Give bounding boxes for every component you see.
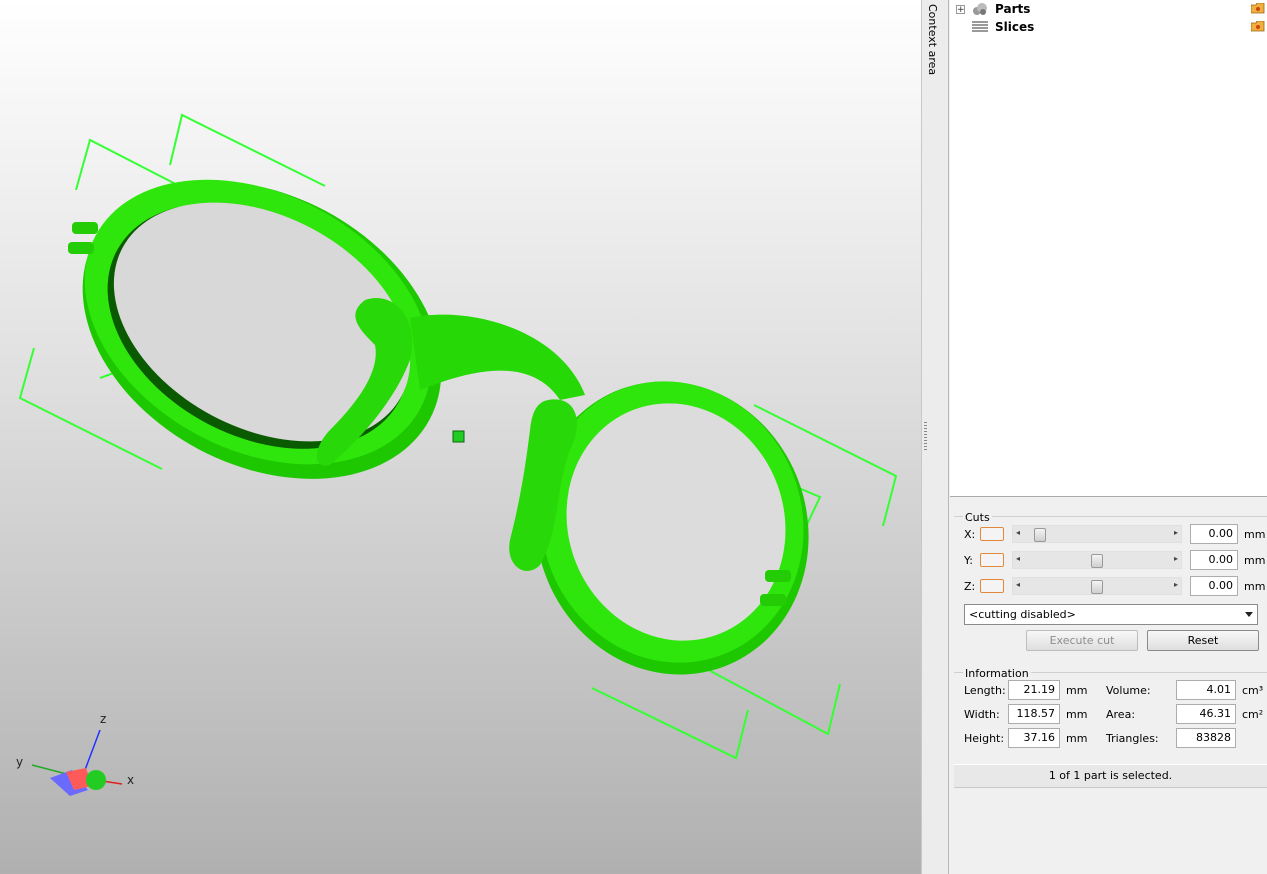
parts-icon <box>973 3 987 15</box>
reset-button[interactable]: Reset <box>1147 630 1259 651</box>
selection-status: 1 of 1 part is selected. <box>954 764 1267 788</box>
left-hinge <box>68 222 98 254</box>
slider-thumb[interactable] <box>1034 528 1047 542</box>
cut-x-toggle[interactable] <box>980 527 1004 541</box>
slices-icon <box>972 21 988 32</box>
tree-item-label: Slices <box>995 20 1035 34</box>
information-title: Information <box>963 667 1031 680</box>
axis-block-green <box>86 770 106 790</box>
slider-thumb[interactable] <box>1091 554 1103 568</box>
info-row-width-area: Width: 118.57 mm Area: 46.31 cm² <box>964 704 1263 724</box>
cut-mode-value: <cutting disabled> <box>969 608 1076 621</box>
cut-y-toggle[interactable] <box>980 553 1004 567</box>
cut-z-row: Z: ◂ ▸ 0.00 mm <box>964 575 1265 597</box>
folder-icon[interactable] <box>1251 21 1265 32</box>
length-label: Length: <box>964 683 1006 697</box>
chevron-down-icon <box>1245 612 1253 617</box>
cut-mode-select[interactable]: <cutting disabled> <box>964 604 1258 625</box>
slider-left-arrow-icon[interactable]: ◂ <box>1016 580 1020 589</box>
height-unit: mm <box>1066 731 1088 745</box>
axis-label: X: <box>964 527 976 541</box>
properties-panel: Cuts X: ◂ ▸ 0.00 mm Y: ◂ ▸ 0.00 mm Z: ◂ … <box>950 500 1267 874</box>
center-handle[interactable] <box>452 430 465 443</box>
slider-thumb[interactable] <box>1091 580 1103 594</box>
tree-item-parts[interactable]: + Parts <box>956 0 1030 18</box>
cut-z-slider[interactable]: ◂ ▸ <box>1012 577 1182 595</box>
3d-viewport[interactable]: z y x <box>0 0 921 874</box>
triangles-value: 83828 <box>1176 728 1236 748</box>
volume-label: Volume: <box>1106 683 1151 697</box>
area-unit: cm² <box>1242 707 1264 721</box>
y-axis-label: y <box>16 755 23 769</box>
splitter-handle[interactable] <box>924 422 927 452</box>
bbox-corner <box>169 113 326 187</box>
area-label: Area: <box>1106 707 1136 721</box>
z-axis-label: z <box>100 712 106 726</box>
slider-left-arrow-icon[interactable]: ◂ <box>1016 554 1020 563</box>
axis-label: Y: <box>964 553 973 567</box>
volume-unit: cm³ <box>1242 683 1264 697</box>
scene-tree[interactable]: + Parts Slices <box>950 0 1267 497</box>
width-label: Width: <box>964 707 1000 721</box>
tree-item-slices[interactable]: Slices <box>971 18 1034 36</box>
cut-z-value-field[interactable]: 0.00 <box>1190 576 1238 596</box>
unit-label: mm <box>1244 553 1266 567</box>
info-row-height-triangles: Height: 37.16 mm Triangles: 83828 <box>964 728 1236 748</box>
folder-icon[interactable] <box>1251 3 1265 14</box>
unit-label: mm <box>1244 527 1266 541</box>
execute-cut-button[interactable]: Execute cut <box>1026 630 1138 651</box>
context-area-label: Context area <box>926 4 939 76</box>
info-row-length-volume: Length: 21.19 mm Volume: 4.01 cm³ <box>964 680 1263 700</box>
tree-item-label: Parts <box>995 2 1031 16</box>
triangles-label: Triangles: <box>1106 731 1159 745</box>
cut-z-toggle[interactable] <box>980 579 1004 593</box>
slider-left-arrow-icon[interactable]: ◂ <box>1016 528 1020 537</box>
area-value: 46.31 <box>1176 704 1236 724</box>
cut-y-row: Y: ◂ ▸ 0.00 mm <box>964 549 1265 571</box>
cut-y-value-field[interactable]: 0.00 <box>1190 550 1238 570</box>
width-unit: mm <box>1066 707 1088 721</box>
length-unit: mm <box>1066 683 1088 697</box>
cut-y-slider[interactable]: ◂ ▸ <box>1012 551 1182 569</box>
slider-right-arrow-icon[interactable]: ▸ <box>1174 554 1178 563</box>
cut-x-row: X: ◂ ▸ 0.00 mm <box>964 523 1265 545</box>
height-value: 37.16 <box>1008 728 1060 748</box>
cut-x-value-field[interactable]: 0.00 <box>1190 524 1238 544</box>
slider-right-arrow-icon[interactable]: ▸ <box>1174 528 1178 537</box>
x-axis-label: x <box>127 773 134 787</box>
volume-value: 4.01 <box>1176 680 1236 700</box>
cut-x-slider[interactable]: ◂ ▸ <box>1012 525 1182 543</box>
unit-label: mm <box>1244 579 1266 593</box>
context-area-tab[interactable]: Context area <box>921 0 949 874</box>
slider-right-arrow-icon[interactable]: ▸ <box>1174 580 1178 589</box>
expand-toggle-icon[interactable]: + <box>956 4 965 14</box>
bbox-corner <box>591 687 749 760</box>
bbox-corner <box>689 659 841 736</box>
axis-triad: z y x <box>16 712 134 796</box>
length-value: 21.19 <box>1008 680 1060 700</box>
glasses-model-render[interactable]: z y x <box>0 0 921 874</box>
width-value: 118.57 <box>1008 704 1060 724</box>
height-label: Height: <box>964 731 1005 745</box>
axis-label: Z: <box>964 579 976 593</box>
